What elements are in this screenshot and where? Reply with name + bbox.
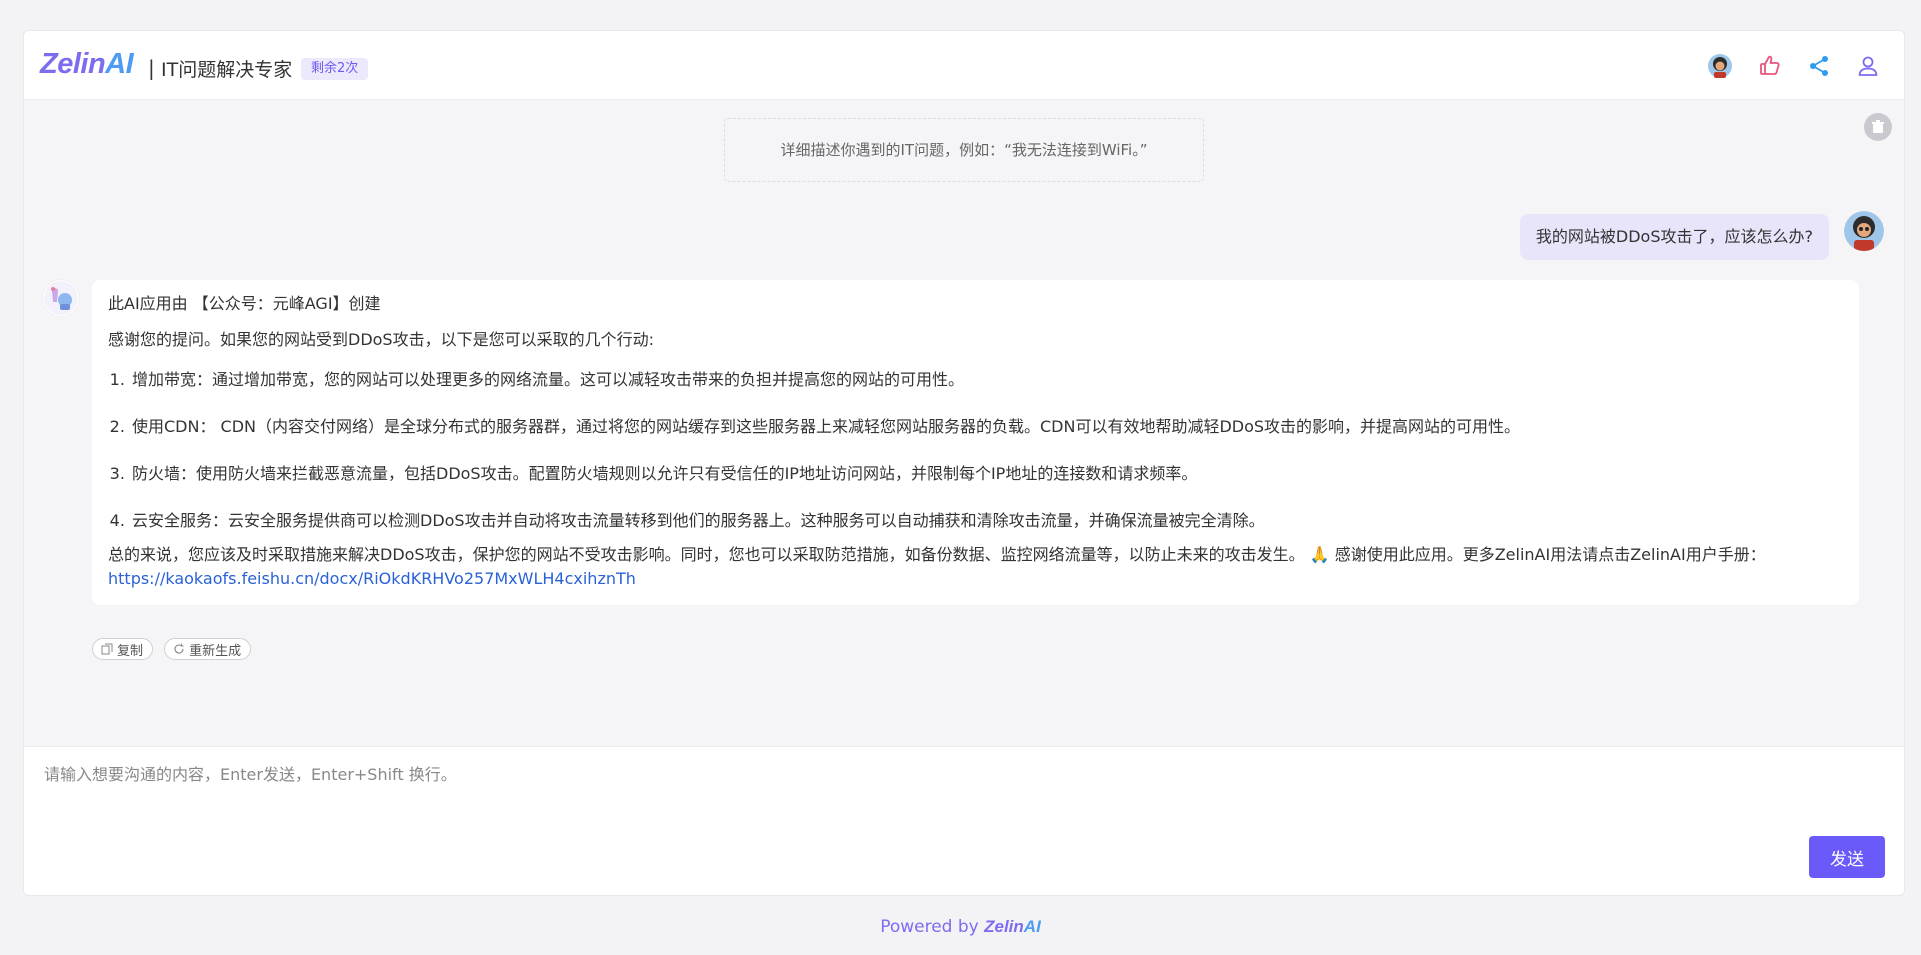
regenerate-button[interactable]: 重新生成 bbox=[164, 638, 252, 660]
footer-brand-ai: AI bbox=[1023, 917, 1041, 936]
copy-icon bbox=[101, 643, 113, 655]
user-avatar-icon[interactable] bbox=[1707, 53, 1733, 79]
answer-list: 增加带宽：通过增加带宽，您的网站可以处理更多的网络流量。这可以减轻攻击带来的负担… bbox=[108, 368, 1843, 533]
answer-summary: 总的来说，您应该及时采取措施来解决DDoS攻击，保护您的网站不受攻击影响。同时，… bbox=[108, 543, 1843, 591]
trash-icon bbox=[1872, 120, 1884, 133]
list-item: 防火墙：使用防火墙来拦截恶意流量，包括DDoS攻击。配置防火墙规则以允许只有受信… bbox=[130, 462, 1843, 486]
zelinai-logo[interactable]: ZelinAI bbox=[40, 48, 134, 81]
remaining-badge: 剩余2次 bbox=[301, 58, 369, 80]
pray-emoji: 🙏 bbox=[1309, 545, 1330, 564]
input-hint: 详细描述你遇到的IT问题，例如：“我无法连接到WiFi。” bbox=[724, 118, 1204, 182]
answer-intro: 感谢您的提问。如果您的网站受到DDoS攻击，以下是您可以采取的几个行动: bbox=[108, 330, 654, 349]
regenerate-label: 重新生成 bbox=[189, 643, 242, 659]
thanks-text: 感谢使用此应用。更多ZelinAI用法请点击ZelinAI用户手册： bbox=[1329, 545, 1766, 564]
user-message: 我的网站被DDoS攻击了，应该怎么办? bbox=[1519, 214, 1829, 260]
user-manual-link[interactable]: https://kaokaofs.feishu.cn/docx/RiOkdKRH… bbox=[108, 569, 636, 588]
header: ZelinAI | IT问题解决专家 剩余2次 bbox=[24, 31, 1904, 100]
footer-brand-zelin: Zelin bbox=[984, 917, 1024, 936]
app-window: ZelinAI | IT问题解决专家 剩余2次 详细描述你遇到的IT问题，例如：… bbox=[23, 30, 1905, 896]
bot-avatar bbox=[42, 279, 80, 317]
copy-label: 复制 bbox=[117, 643, 144, 659]
account-icon[interactable] bbox=[1855, 53, 1881, 79]
list-item: 增加带宽：通过增加带宽，您的网站可以处理更多的网络流量。这可以减轻攻击带来的负担… bbox=[130, 368, 1843, 392]
user-avatar bbox=[1844, 211, 1884, 251]
message-input[interactable] bbox=[42, 759, 1746, 823]
footer-brand[interactable]: ZelinAI bbox=[984, 917, 1041, 936]
clear-chat-button[interactable] bbox=[1864, 113, 1892, 141]
page-title: IT问题解决专家 bbox=[161, 59, 293, 81]
summary-text: 总的来说，您应该及时采取措施来解决DDoS攻击，保护您的网站不受攻击影响。同时，… bbox=[108, 545, 1305, 564]
logo-ai-text: AI bbox=[105, 48, 134, 80]
list-item: 使用CDN： CDN（内容交付网络）是全球分布式的服务器群，通过将您的网站缓存到… bbox=[130, 415, 1843, 439]
send-button[interactable]: 发送 bbox=[1809, 836, 1885, 878]
refresh-icon bbox=[174, 643, 184, 654]
copy-button[interactable]: 复制 bbox=[92, 638, 154, 660]
message-actions: 复制 重新生成 bbox=[92, 638, 257, 660]
chat-area[interactable]: 详细描述你遇到的IT问题，例如：“我无法连接到WiFi。” 我的网站被DDoS攻… bbox=[24, 100, 1904, 746]
input-area: 发送 bbox=[24, 746, 1904, 895]
list-item: 云安全服务：云安全服务提供商可以检测DDoS攻击并自动将攻击流量转移到他们的服务… bbox=[130, 509, 1843, 533]
thumbs-up-icon[interactable] bbox=[1757, 53, 1783, 79]
bot-message: 此AI应用由 【公众号：元峰AGI】创建 感谢您的提问。如果您的网站受到DDoS… bbox=[92, 280, 1859, 605]
powered-by-text: Powered by bbox=[880, 917, 985, 937]
logo-text: Zelin bbox=[40, 48, 106, 80]
title-divider: | bbox=[148, 56, 155, 80]
creator-line: 此AI应用由 【公众号：元峰AGI】创建 bbox=[108, 294, 381, 313]
share-icon[interactable] bbox=[1806, 53, 1832, 79]
powered-by-footer: Powered by ZelinAI bbox=[0, 917, 1921, 937]
